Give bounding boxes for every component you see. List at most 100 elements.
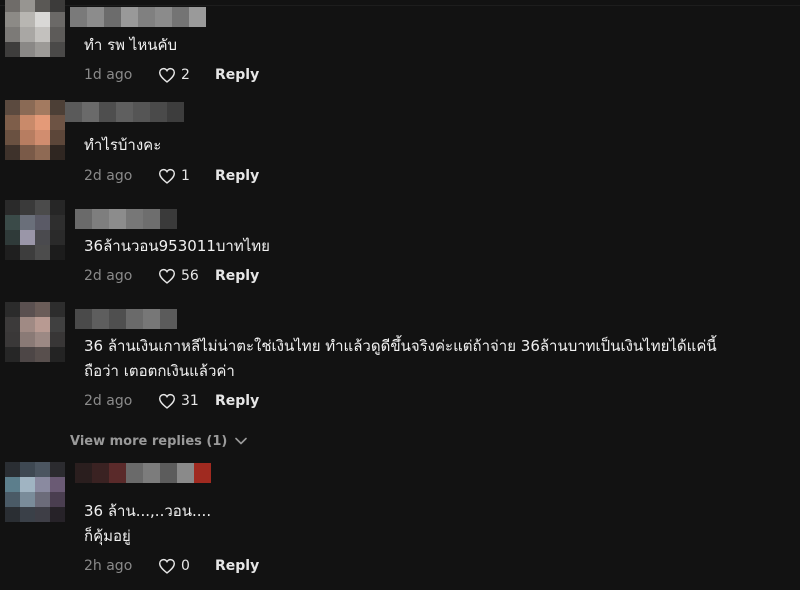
username-pixel [143, 309, 160, 329]
avatar-pixel [35, 27, 50, 42]
avatar[interactable] [5, 302, 65, 362]
comment-text-line: ก็คุ้มอยู่ [84, 527, 131, 545]
avatar-pixel [20, 332, 35, 347]
avatar-pixel [20, 130, 35, 145]
avatar[interactable] [5, 462, 65, 522]
username-pixel [126, 309, 143, 329]
username-pixel [104, 7, 121, 27]
username-pixel [109, 209, 126, 229]
avatar-pixel [5, 507, 20, 522]
username-pixel [143, 209, 160, 229]
avatar-pixel [35, 230, 50, 245]
avatar-pixel [5, 245, 20, 260]
reply-button[interactable]: Reply [215, 67, 259, 83]
like-count: 2 [181, 67, 190, 83]
username[interactable] [70, 7, 206, 27]
avatar-pixel [20, 492, 35, 507]
avatar-pixel [5, 145, 20, 160]
avatar-pixel [35, 130, 50, 145]
comment-text-line: 36 ล้าน...,..วอน.... [84, 502, 212, 520]
like-button[interactable]: 2 [158, 67, 203, 83]
like-button[interactable]: 1 [158, 168, 203, 184]
comment-text: ทำไรบ้างคะ [84, 133, 161, 158]
username-pixel [92, 309, 109, 329]
avatar-pixel [50, 0, 65, 12]
avatar-pixel [35, 42, 50, 57]
avatar-pixel [35, 145, 50, 160]
avatar-pixel [50, 477, 65, 492]
username-pixel [167, 102, 184, 122]
comment-time: 2d ago [84, 268, 133, 284]
username[interactable] [65, 102, 184, 122]
avatar-pixel [5, 115, 20, 130]
like-count: 0 [181, 558, 190, 574]
avatar-pixel [5, 12, 20, 27]
username-pixel [82, 102, 99, 122]
avatar-pixel [50, 115, 65, 130]
heart-icon [158, 168, 176, 184]
username-pixel [116, 102, 133, 122]
like-button[interactable]: 0 [158, 558, 203, 574]
username-pixel [70, 7, 87, 27]
heart-icon [158, 268, 176, 284]
avatar-pixel [20, 0, 35, 12]
avatar-pixel [50, 12, 65, 27]
username-pixel [75, 209, 92, 229]
comment-text: 36 ล้านเงินเกาหลีไม่น่าตะใช่เงินไทย ทำแล… [84, 334, 717, 384]
avatar-pixel [50, 507, 65, 522]
username-pixel [99, 102, 116, 122]
username[interactable] [75, 209, 177, 229]
avatar-pixel [35, 12, 50, 27]
avatar-pixel [35, 507, 50, 522]
reply-button[interactable]: Reply [215, 558, 259, 574]
avatar-pixel [35, 332, 50, 347]
heart-icon [158, 67, 176, 83]
avatar-pixel [50, 42, 65, 57]
avatar-pixel [35, 115, 50, 130]
username-pixel [87, 7, 104, 27]
avatar-pixel [20, 245, 35, 260]
avatar-pixel [20, 12, 35, 27]
username-pixel [155, 7, 172, 27]
comment-text: ทำ รพ ไหนคับ [84, 33, 177, 58]
reply-button[interactable]: Reply [215, 268, 259, 284]
avatar-pixel [20, 215, 35, 230]
username-pixel [177, 463, 194, 483]
reply-button[interactable]: Reply [215, 168, 259, 184]
avatar-pixel [50, 130, 65, 145]
comment-text: 36 ล้าน...,..วอน.... ก็คุ้มอยู่ [84, 499, 211, 549]
avatar[interactable] [5, 0, 65, 57]
avatar[interactable] [5, 200, 65, 260]
avatar-pixel [50, 332, 65, 347]
avatar-pixel [50, 347, 65, 362]
avatar[interactable] [5, 100, 65, 160]
avatar-pixel [50, 100, 65, 115]
comment-text-line: ทำไรบ้างคะ [84, 136, 162, 154]
avatar-pixel [50, 245, 65, 260]
avatar-pixel [35, 347, 50, 362]
avatar-pixel [50, 492, 65, 507]
divider [0, 5, 800, 6]
comment-time: 1d ago [84, 67, 133, 83]
username[interactable] [75, 463, 211, 483]
avatar-pixel [5, 332, 20, 347]
view-more-replies-button[interactable]: View more replies (1) [70, 432, 248, 450]
username-pixel [121, 7, 138, 27]
avatar-pixel [20, 317, 35, 332]
username-pixel [109, 309, 126, 329]
like-count: 1 [181, 168, 190, 184]
avatar-pixel [35, 477, 50, 492]
heart-icon [158, 558, 176, 574]
comment-meta: 2d ago 56 Reply [84, 266, 259, 286]
username[interactable] [75, 309, 177, 329]
reply-button[interactable]: Reply [215, 393, 259, 409]
avatar-pixel [50, 230, 65, 245]
chevron-down-icon [235, 437, 248, 445]
like-button[interactable]: 56 [158, 268, 203, 284]
like-button[interactable]: 31 [158, 393, 203, 409]
comment-time: 2d ago [84, 168, 133, 184]
username-pixel [126, 463, 143, 483]
avatar-pixel [50, 317, 65, 332]
avatar-pixel [35, 200, 50, 215]
avatar-pixel [5, 130, 20, 145]
